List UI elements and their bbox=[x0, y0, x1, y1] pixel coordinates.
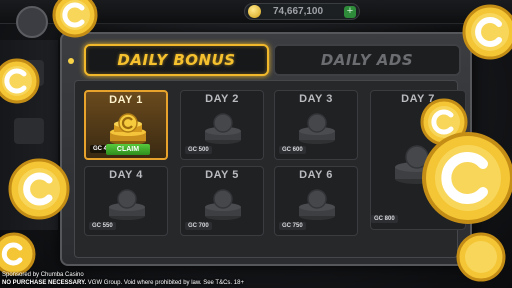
avatar[interactable] bbox=[16, 6, 48, 38]
day-card-4[interactable]: DAY 4 GC 550 bbox=[84, 166, 168, 236]
legal-text: NO PURCHASE NECESSARY. VGW Group. Void w… bbox=[2, 280, 244, 286]
indicator-dot bbox=[68, 58, 74, 64]
coin-stack-icon bbox=[299, 189, 335, 220]
coin-stack-icon bbox=[205, 113, 241, 144]
gold-coin-icon bbox=[456, 232, 506, 282]
trophy-icon[interactable] bbox=[14, 118, 44, 144]
gold-coin-icon bbox=[0, 58, 40, 104]
balance-pill: 74,667,100 + bbox=[244, 3, 360, 20]
tab-daily-bonus[interactable]: DAILY BONUS bbox=[84, 44, 269, 76]
footer-disclaimer: Sponsored by Chumba Casino NO PURCHASE N… bbox=[2, 271, 244, 287]
coin-stack-icon bbox=[299, 113, 335, 144]
day-amount: GC 800 bbox=[371, 215, 398, 223]
day-label: DAY 4 bbox=[109, 169, 143, 181]
coin-stack-icon bbox=[205, 189, 241, 220]
gold-coin-icon bbox=[8, 158, 70, 220]
coin-stack-icon bbox=[109, 189, 145, 220]
day-card-5[interactable]: DAY 5 GC 700 bbox=[180, 166, 264, 236]
add-coins-button[interactable]: + bbox=[344, 6, 356, 18]
gold-coin-icon bbox=[462, 4, 512, 60]
day-card-1[interactable]: DAY 1 GC 400 CLAIM bbox=[84, 90, 168, 160]
day-label: DAY 3 bbox=[299, 93, 333, 105]
day-amount: GC 500 bbox=[185, 146, 212, 154]
day-card-6[interactable]: DAY 6 GC 750 bbox=[274, 166, 358, 236]
gold-coin-icon bbox=[248, 5, 261, 18]
day-card-3[interactable]: DAY 3 GC 600 bbox=[274, 90, 358, 160]
coin-stack-icon bbox=[110, 113, 146, 145]
day-label: DAY 6 bbox=[299, 169, 333, 181]
day-amount: GC 550 bbox=[89, 222, 116, 230]
day-label: DAY 5 bbox=[205, 169, 239, 181]
gold-coin-icon bbox=[422, 132, 512, 224]
gold-coin-icon bbox=[52, 0, 98, 38]
sponsor-text: Sponsored by Chumba Casino bbox=[2, 272, 84, 278]
claim-button[interactable]: CLAIM bbox=[106, 144, 150, 155]
day-card-2[interactable]: DAY 2 GC 500 bbox=[180, 90, 264, 160]
balance-amount: 74,667,100 bbox=[273, 6, 324, 17]
day-amount: GC 600 bbox=[279, 146, 306, 154]
gold-coin-icon bbox=[0, 232, 36, 276]
day-label: DAY 1 bbox=[109, 94, 143, 106]
tab-daily-ads-watched[interactable]: DAILY ADS WATCHED bbox=[273, 44, 461, 97]
day-label: DAY 2 bbox=[205, 93, 239, 105]
day-amount: GC 750 bbox=[279, 222, 306, 230]
day-amount: GC 700 bbox=[185, 222, 212, 230]
